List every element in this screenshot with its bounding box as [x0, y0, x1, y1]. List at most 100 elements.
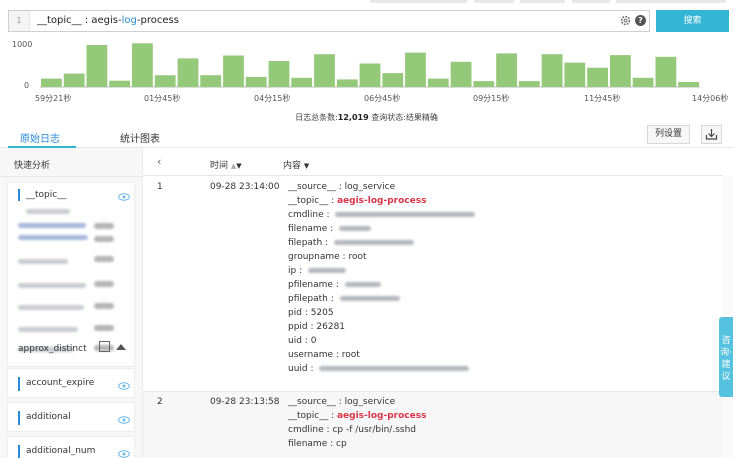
- dropdown-icon[interactable]: ▼: [304, 162, 309, 170]
- tab-stats-chart[interactable]: 统计图表: [120, 130, 160, 145]
- histogram-bar[interactable]: [109, 80, 131, 87]
- toolbar-segment[interactable]: [474, 0, 514, 3]
- log-field[interactable]: __source__ : log_service: [288, 397, 395, 411]
- histogram-bar[interactable]: [63, 73, 85, 87]
- histogram-bar[interactable]: [587, 67, 608, 87]
- sort-desc-icon[interactable]: ▼: [236, 162, 241, 170]
- field-value[interactable]: log_service: [345, 182, 395, 192]
- histogram-bar[interactable]: [223, 55, 244, 88]
- collapse-sidebar-icon[interactable]: ‹: [157, 155, 161, 168]
- column-header-content[interactable]: 内容 ▼: [283, 158, 309, 171]
- field-value[interactable]: root: [342, 350, 360, 360]
- field-name[interactable]: account_expire: [26, 378, 94, 388]
- eye-icon[interactable]: [118, 382, 130, 390]
- histogram-bar[interactable]: [678, 82, 699, 87]
- histogram-bar[interactable]: [496, 53, 517, 87]
- log-field[interactable]: pid : 5205: [288, 308, 334, 322]
- log-field[interactable]: groupname : root: [288, 252, 366, 266]
- histogram-bar[interactable]: [314, 54, 335, 87]
- help-icon[interactable]: ?: [635, 15, 646, 26]
- log-field[interactable]: ip :: [288, 266, 346, 280]
- log-field[interactable]: pfilename :: [288, 280, 381, 294]
- field-name[interactable]: __topic__: [26, 190, 66, 200]
- field-name[interactable]: additional: [26, 412, 71, 422]
- search-button[interactable]: 搜索: [656, 10, 729, 32]
- log-field[interactable]: __source__ : log_service: [288, 182, 395, 196]
- toolbar-segment[interactable]: [616, 0, 726, 3]
- collapse-arrow-icon[interactable]: [116, 344, 126, 350]
- field-card-topic[interactable]: __topic__: [7, 182, 135, 367]
- histogram-bar[interactable]: [610, 55, 631, 87]
- histogram-bar[interactable]: [291, 77, 313, 87]
- histogram-bar[interactable]: [245, 76, 267, 87]
- log-field[interactable]: filepath :: [288, 238, 414, 252]
- feedback-tab[interactable]: 咨询·建议: [719, 317, 733, 397]
- column-settings-button[interactable]: 列设置: [647, 125, 690, 144]
- log-field[interactable]: filename : cp: [288, 439, 347, 453]
- histogram-bar[interactable]: [154, 75, 176, 87]
- column-header-time[interactable]: 时间 ▲▼: [210, 158, 242, 171]
- field-key: pfilename: [288, 280, 333, 290]
- histogram-bar[interactable]: [473, 81, 495, 87]
- histogram-bar[interactable]: [655, 56, 677, 87]
- query-text[interactable]: __topic__ : aegis-log-process: [37, 11, 179, 31]
- histogram-bar[interactable]: [41, 78, 62, 87]
- log-field[interactable]: cmdline :: [288, 210, 476, 224]
- field-value[interactable]: cp: [336, 439, 347, 449]
- histogram-bar[interactable]: [86, 45, 108, 87]
- field-value[interactable]: root: [348, 252, 366, 262]
- histogram-bar[interactable]: [405, 52, 426, 87]
- toolbar-segment[interactable]: [520, 0, 565, 3]
- histogram-bar[interactable]: [336, 79, 358, 87]
- gear-icon[interactable]: [620, 15, 631, 26]
- log-field[interactable]: pfilepath :: [288, 294, 400, 308]
- redacted-count: [94, 256, 114, 262]
- table-row[interactable]: 1 09-28 23:14:00 __source__ : log_servic…: [143, 176, 723, 391]
- histogram-bar[interactable]: [268, 61, 290, 87]
- histogram-bar[interactable]: [564, 62, 586, 87]
- histogram-bar[interactable]: [541, 54, 563, 87]
- eye-icon[interactable]: [118, 193, 130, 201]
- log-field[interactable]: uuid :: [288, 364, 470, 378]
- field-name[interactable]: additional_num: [26, 446, 95, 456]
- toolbar-segment[interactable]: [572, 0, 610, 3]
- tab-raw-logs[interactable]: 原始日志: [20, 130, 60, 145]
- log-field[interactable]: cmdline : cp -f /usr/bin/.sshd: [288, 425, 416, 439]
- field-value[interactable]: cp -f /usr/bin/.sshd: [332, 425, 416, 435]
- log-histogram[interactable]: 1000 0 59分21秒 01分45秒 04分15秒 06分45秒 09分15…: [0, 36, 733, 106]
- log-field[interactable]: __topic__ : aegis-log-process: [288, 411, 426, 425]
- eye-icon[interactable]: [118, 416, 130, 424]
- download-button[interactable]: [701, 125, 722, 144]
- field-value[interactable]: 0: [311, 336, 317, 346]
- histogram-bar[interactable]: [132, 43, 153, 87]
- log-field[interactable]: filename :: [288, 224, 371, 238]
- histogram-bar[interactable]: [518, 81, 540, 87]
- field-card[interactable]: additional_num: [7, 436, 135, 458]
- toolbar-segment[interactable]: [370, 0, 467, 3]
- total-count: 12,019: [337, 113, 369, 122]
- column-time-label: 时间: [210, 161, 229, 171]
- redacted-value: [26, 209, 70, 214]
- log-field[interactable]: __topic__ : aegis-log-process: [288, 196, 426, 210]
- field-card[interactable]: account_expire: [7, 368, 135, 398]
- query-input[interactable]: 1 __topic__ : aegis-log-process ?: [8, 10, 650, 32]
- histogram-bar[interactable]: [427, 78, 449, 87]
- histogram-bar[interactable]: [359, 63, 381, 88]
- field-card[interactable]: additional: [7, 402, 135, 432]
- field-value[interactable]: log_service: [345, 397, 395, 407]
- field-value[interactable]: aegis-log-process: [337, 411, 426, 421]
- table-row[interactable]: 2 09-28 23:13:58 __source__ : log_servic…: [143, 391, 723, 458]
- field-value[interactable]: 5205: [311, 308, 334, 318]
- log-field[interactable]: ppid : 26281: [288, 322, 345, 336]
- histogram-bar[interactable]: [200, 75, 222, 87]
- histogram-bar[interactable]: [632, 77, 654, 87]
- expand-icon[interactable]: [99, 341, 110, 352]
- log-field[interactable]: uid : 0: [288, 336, 316, 350]
- field-value[interactable]: aegis-log-process: [337, 196, 426, 206]
- field-value[interactable]: 26281: [316, 322, 345, 332]
- eye-icon[interactable]: [118, 450, 130, 458]
- log-field[interactable]: username : root: [288, 350, 360, 364]
- histogram-bar[interactable]: [177, 58, 199, 87]
- histogram-bar[interactable]: [382, 73, 404, 87]
- histogram-bar[interactable]: [450, 61, 472, 87]
